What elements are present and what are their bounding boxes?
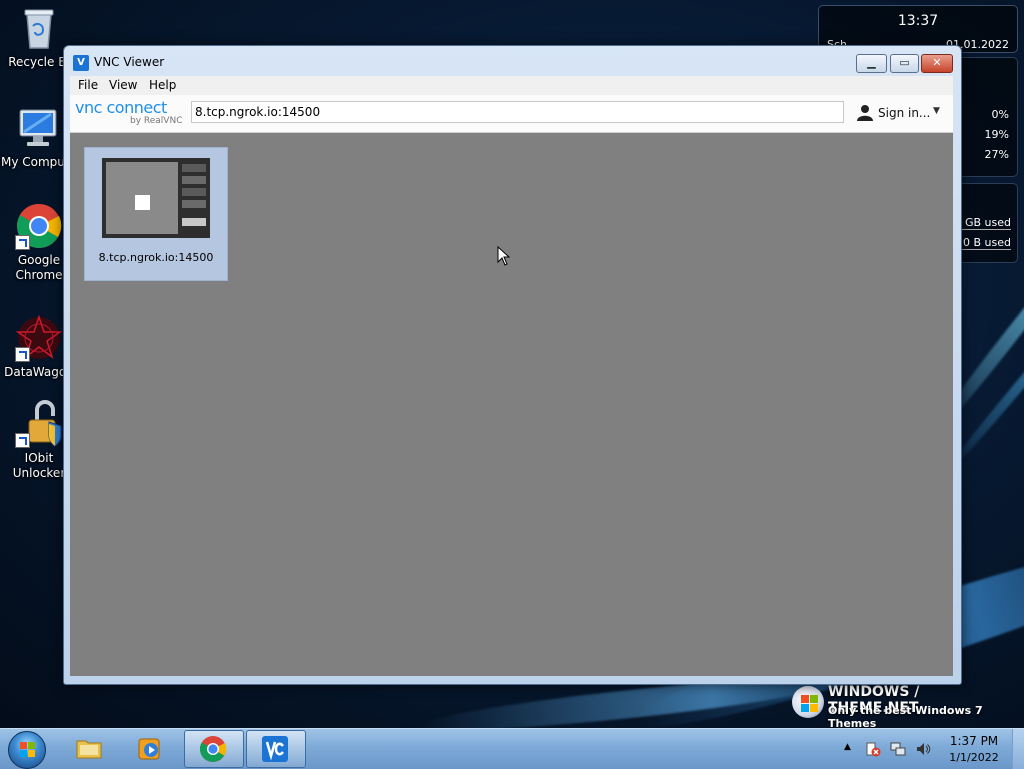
vnc-viewer-icon xyxy=(262,736,288,762)
connection-thumbnail xyxy=(102,158,210,238)
shortcut-arrow-icon xyxy=(15,235,30,250)
user-icon xyxy=(857,105,873,121)
sign-in-label: Sign in... xyxy=(878,106,931,120)
network-icon[interactable] xyxy=(890,741,906,757)
brand-subtitle: Only the best Windows 7 Themes xyxy=(828,704,983,728)
taskbar-vnc-viewer[interactable] xyxy=(246,730,306,768)
menu-view[interactable]: View xyxy=(109,78,137,92)
recycle-bin-icon xyxy=(15,4,63,52)
cpu-value: 0% xyxy=(991,108,1009,121)
desktop-icon-label: Google Chrome xyxy=(15,253,63,282)
system-tray: ▲ 1:37 PM 1/1/2022 xyxy=(840,729,1024,769)
connection-tile[interactable]: 8.tcp.ngrok.io:14500 xyxy=(84,147,228,281)
media-player-icon xyxy=(138,738,160,760)
desktop-icon-label: Recycle Bi xyxy=(8,55,70,69)
chevron-down-icon[interactable]: ▼ xyxy=(933,106,940,116)
connections-area: 8.tcp.ngrok.io:14500 xyxy=(70,133,953,676)
cpu-value: 19% xyxy=(984,128,1009,141)
chrome-icon xyxy=(199,736,227,762)
vnc-app-icon: V xyxy=(73,55,89,71)
taskbar: ▲ 1:37 PM 1/1/2022 xyxy=(0,728,1024,769)
menu-bar: File View Help xyxy=(70,76,953,95)
disk-usage: 5 GB used xyxy=(954,216,1011,230)
taskbar-media-player[interactable] xyxy=(122,730,180,766)
show-desktop-button[interactable] xyxy=(1012,729,1024,769)
minimize-icon: ▁ xyxy=(867,56,876,69)
connection-label: 8.tcp.ngrok.io:14500 xyxy=(98,251,214,264)
unlocker-icon xyxy=(15,400,63,448)
logo-subtext: by RealVNC xyxy=(130,116,183,126)
sign-in-button[interactable]: Sign in... ▼ xyxy=(854,101,948,125)
menu-help[interactable]: Help xyxy=(149,78,176,92)
gadget-clock-time: 13:37 xyxy=(897,13,939,29)
maximize-button[interactable]: ▭ xyxy=(890,54,919,73)
toolbar: vnc connect by RealVNC Sign in... ▼ xyxy=(70,95,953,133)
action-center-icon[interactable] xyxy=(865,741,881,757)
mouse-cursor-icon xyxy=(497,246,511,266)
windows-flag-icon xyxy=(792,686,824,718)
taskbar-clock-time[interactable]: 1:37 PM xyxy=(940,734,1008,748)
address-input[interactable] xyxy=(191,101,844,123)
theme-branding: WINDOWS / THEME.NET Only the best Window… xyxy=(792,684,1012,728)
maximize-icon: ▭ xyxy=(899,56,910,69)
vnc-viewer-window: V VNC Viewer ▁ ▭ ✕ File View Help vnc co… xyxy=(63,45,962,685)
start-button[interactable] xyxy=(4,730,48,769)
chrome-icon xyxy=(15,202,63,250)
volume-icon[interactable] xyxy=(915,741,931,757)
shortcut-arrow-icon xyxy=(15,347,30,362)
window-title: VNC Viewer xyxy=(94,55,165,69)
title-bar[interactable]: V VNC Viewer ▁ ▭ ✕ xyxy=(64,46,961,76)
windows-start-icon xyxy=(8,731,46,769)
taskbar-clock-date[interactable]: 1/1/2022 xyxy=(940,751,1008,764)
datawagon-icon xyxy=(15,314,63,362)
minimize-button[interactable]: ▁ xyxy=(856,54,887,73)
desktop-icon-label: IObit Unlocker xyxy=(12,451,66,480)
taskbar-explorer[interactable] xyxy=(61,730,119,766)
close-icon: ✕ xyxy=(932,56,942,69)
computer-icon xyxy=(15,104,63,152)
folder-icon xyxy=(76,740,102,759)
logo-text: vnc connect xyxy=(75,98,167,117)
cpu-value: 27% xyxy=(984,148,1009,161)
vnc-connect-logo: vnc connect by RealVNC xyxy=(75,98,185,128)
taskbar-chrome[interactable] xyxy=(184,730,244,768)
shortcut-arrow-icon xyxy=(15,433,30,448)
desktop: Recycle Bi My Compute Google Chrome Data… xyxy=(0,0,1024,728)
menu-file[interactable]: File xyxy=(78,78,98,92)
close-button[interactable]: ✕ xyxy=(921,54,953,73)
show-hidden-icons-icon[interactable]: ▲ xyxy=(844,742,860,758)
